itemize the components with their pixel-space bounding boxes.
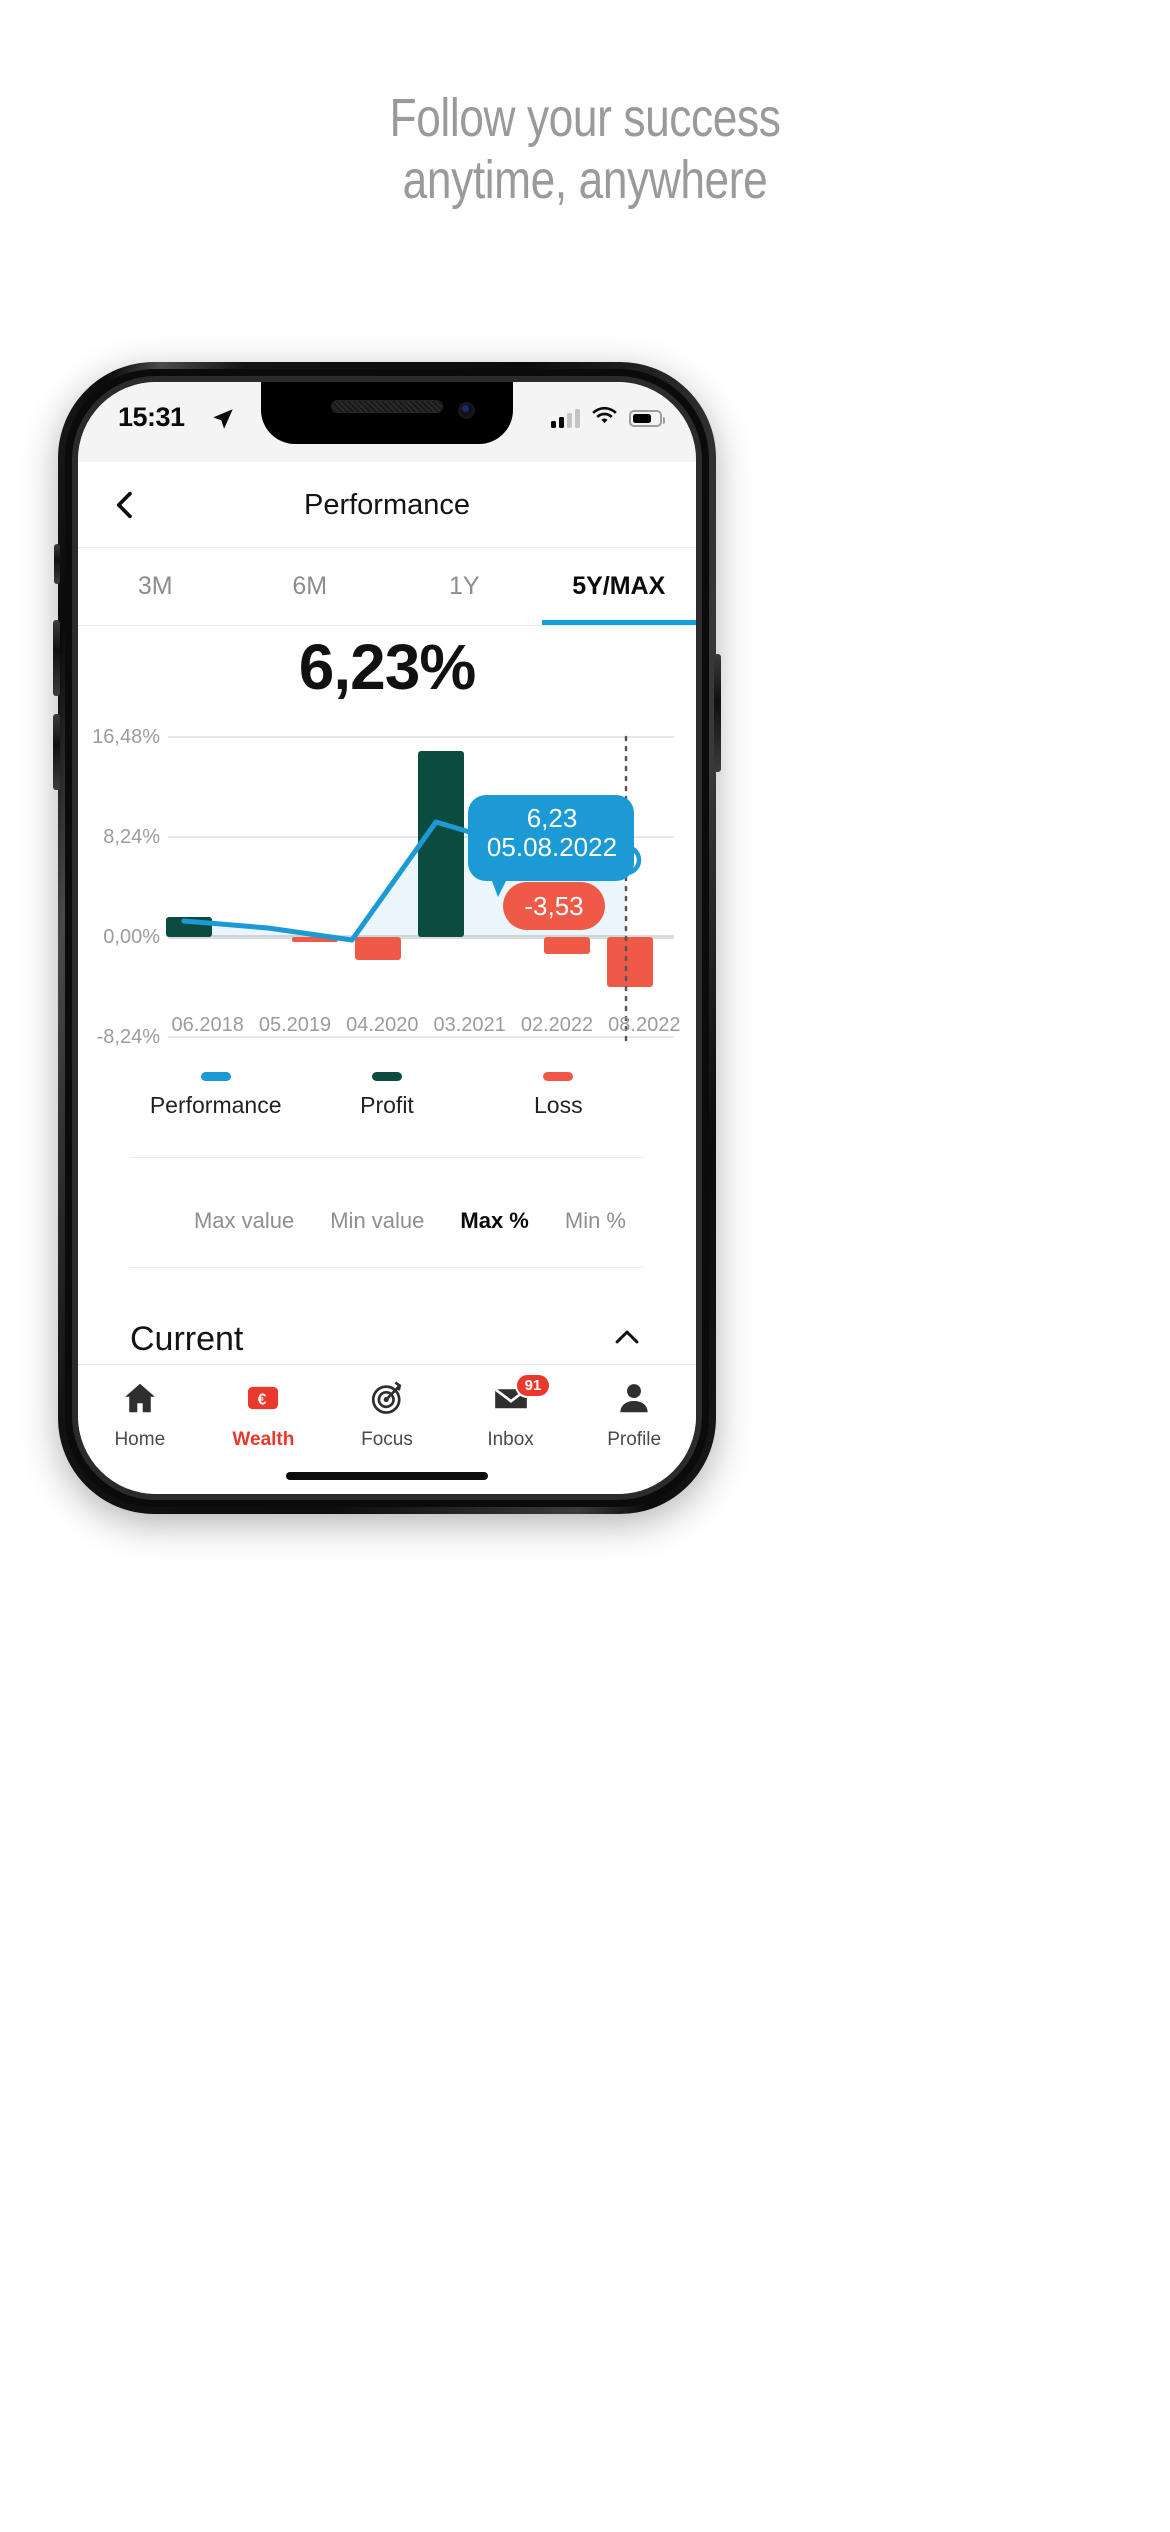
performance-tooltip-date: 05.08.2022 (486, 832, 618, 863)
page-title: Performance (303, 488, 470, 521)
legend-item-performance: Performance (130, 1072, 301, 1157)
legend-label-performance: Performance (149, 1092, 282, 1118)
promo-screenshot: Follow your success anytime, anywhere 15… (0, 0, 1170, 2532)
performance-tooltip-value: 6,23 (526, 803, 578, 833)
tab-3m[interactable]: 3M (78, 548, 233, 625)
legend-dash-performance-icon (200, 1072, 231, 1081)
wifi-icon (591, 406, 618, 431)
tab-6m[interactable]: 6M (233, 548, 388, 625)
inbox-badge: 91 (514, 1373, 552, 1398)
power-button[interactable] (714, 654, 721, 772)
tab-focus-label: Focus (361, 1429, 413, 1450)
tab-5y-max[interactable]: 5Y/MAX (541, 548, 697, 625)
location-arrow-icon (210, 406, 236, 437)
profit-bar-03-2021 (418, 751, 464, 937)
promo-headline: Follow your success anytime, anywhere (105, 88, 1064, 211)
period-tab-bar: 3M 6M 1Y 5Y/MAX (78, 548, 696, 626)
tab-inbox-label: Inbox (487, 1429, 534, 1450)
stat-filter-min-pct[interactable]: Min % (547, 1208, 644, 1234)
x-tick-02-2022: 02.2022 (520, 1014, 594, 1036)
tab-1y[interactable]: 1Y (387, 548, 542, 625)
legend-label-loss: Loss (534, 1092, 583, 1118)
y-tick-label-2: 8,24% (103, 826, 160, 848)
display-notch (261, 382, 513, 444)
volume-up-button[interactable] (53, 620, 60, 696)
tab-home-label: Home (114, 1429, 166, 1450)
status-indicators (551, 406, 665, 431)
target-icon (368, 1379, 406, 1422)
legend-item-profit: Profit (301, 1072, 472, 1157)
nav-bar: Performance (78, 462, 696, 548)
tab-home[interactable]: Home (78, 1379, 202, 1451)
home-indicator[interactable] (286, 1472, 488, 1480)
phone-screen: 15:31 Performance 3M 6M 1Y 5Y/MAX 6,23% … (78, 382, 696, 1494)
mute-switch[interactable] (54, 544, 60, 584)
performance-value: 6,23% (298, 631, 476, 703)
x-tick-05-2019: 05.2019 (258, 1014, 332, 1036)
stat-filter-max-pct[interactable]: Max % (442, 1208, 546, 1234)
tab-focus[interactable]: Focus (325, 1379, 449, 1451)
x-tick-04-2020: 04.2020 (346, 1014, 419, 1036)
home-icon (121, 1379, 159, 1422)
tab-profile[interactable]: Profile (572, 1379, 696, 1451)
chevron-up-icon[interactable] (610, 1320, 644, 1359)
status-time: 15:31 (118, 402, 185, 432)
tab-wealth[interactable]: € Wealth (202, 1379, 326, 1451)
stat-filter-min-value[interactable]: Min value (312, 1208, 442, 1234)
y-tick-label-1: 16,48% (92, 726, 160, 748)
legend-item-loss: Loss (473, 1072, 644, 1157)
loss-bar-02-2022 (544, 937, 590, 954)
legend-label-profit: Profit (360, 1092, 414, 1118)
x-tick-03-2021: 03.2021 (433, 1014, 506, 1036)
tab-profile-label: Profile (607, 1429, 662, 1450)
x-axis-labels: 06.2018 05.2019 04.2020 03.2021 02.2022 … (78, 1014, 696, 1048)
svg-text:€: € (258, 1391, 267, 1408)
phone-mockup: 15:31 Performance 3M 6M 1Y 5Y/MAX 6,23% … (53, 362, 721, 1514)
loss-tooltip-text: -3,53 (524, 891, 584, 921)
person-icon (615, 1379, 653, 1422)
stat-filter-max-value[interactable]: Max value (176, 1208, 312, 1234)
performance-chart[interactable]: 16,48% 8,24% 0,00% -8,24% 6,23 05.08.202… (78, 726, 696, 1048)
current-section-title: Current (130, 1319, 244, 1358)
legend-dash-loss-icon (543, 1072, 574, 1081)
loss-bar-04-2020 (355, 937, 401, 960)
headline-line-2: anytime, anywhere (402, 149, 768, 210)
status-bar: 15:31 (78, 382, 696, 462)
cellular-signal-icon (551, 409, 580, 428)
volume-down-button[interactable] (53, 714, 60, 790)
battery-icon (629, 410, 665, 427)
loss-bar-08-2022 (607, 937, 653, 987)
x-tick-08-2022: 08.2022 (608, 1014, 681, 1036)
performance-tooltip-text: 6,23 05.08.2022 (477, 803, 627, 863)
tab-inbox[interactable]: 91 Inbox (449, 1373, 573, 1451)
earpiece-speaker (331, 400, 443, 413)
y-tick-label-3: 0,00% (103, 926, 160, 948)
stat-filter-row: Max value Min value Max % Min % (130, 1174, 644, 1268)
front-camera-icon (458, 402, 475, 419)
chart-legend: Performance Profit Loss (130, 1072, 644, 1158)
tab-wealth-label: Wealth (232, 1429, 295, 1450)
legend-dash-profit-icon (371, 1072, 402, 1081)
wallet-euro-icon: € (244, 1379, 282, 1422)
headline-line-1: Follow your success (389, 88, 781, 148)
x-tick-06-2018: 06.2018 (171, 1014, 244, 1036)
